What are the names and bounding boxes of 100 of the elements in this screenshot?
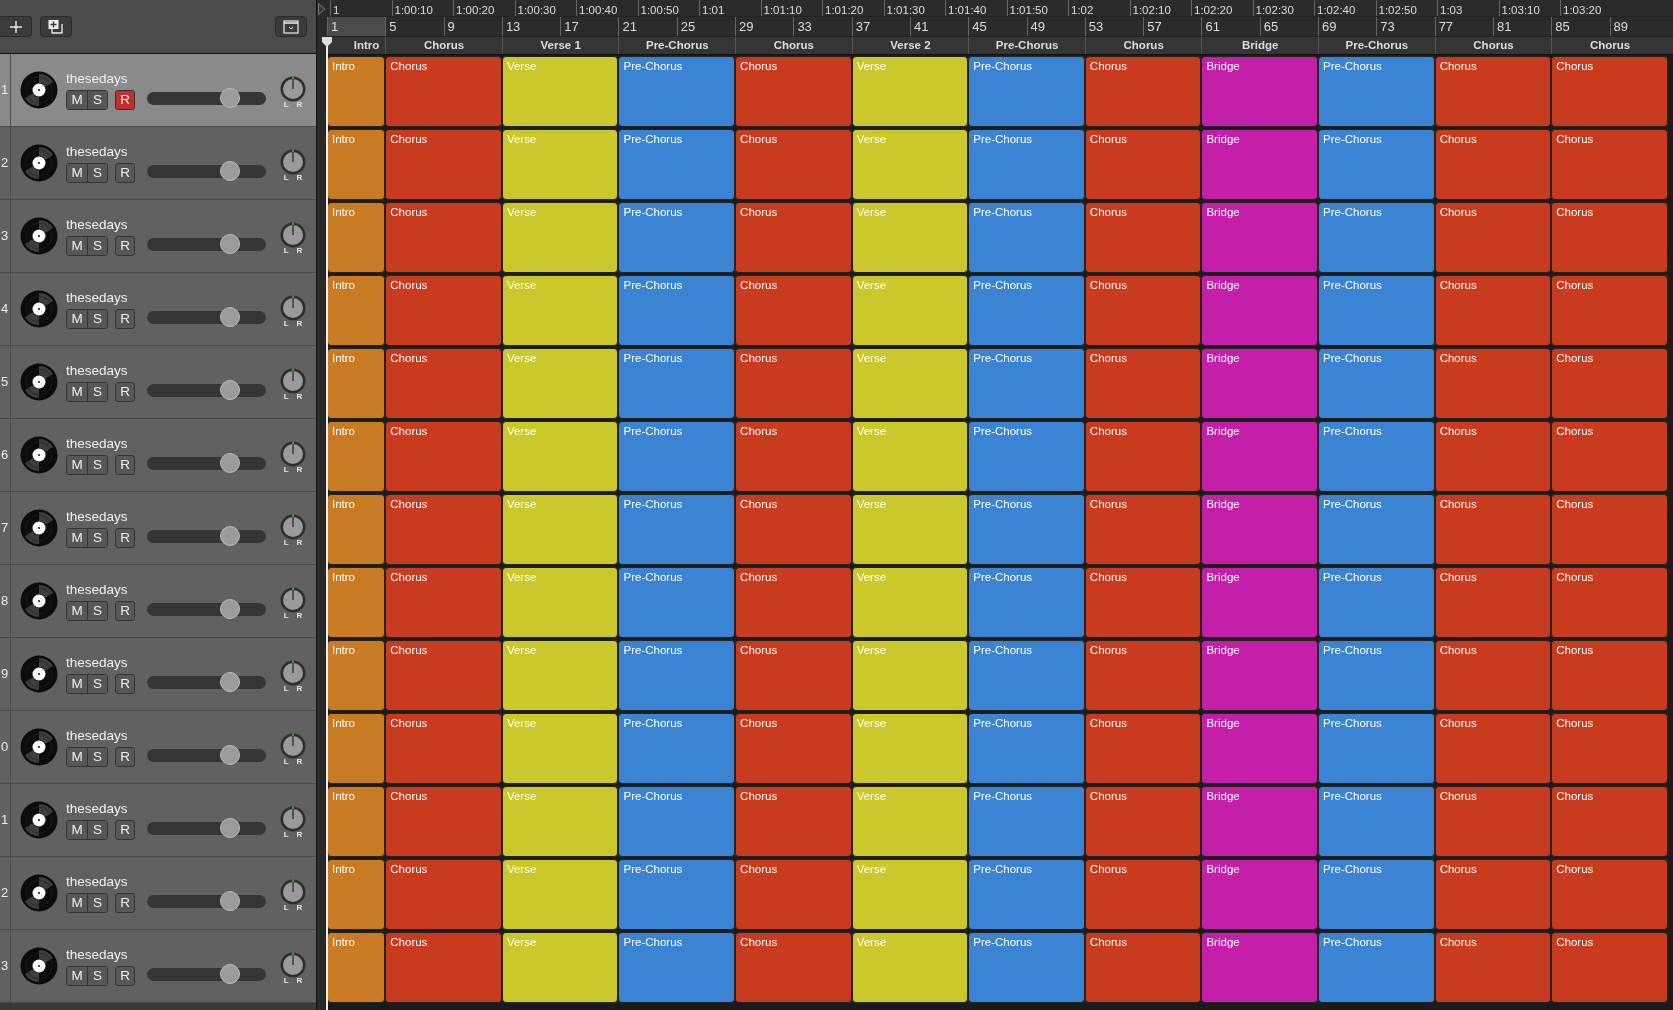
audio-region[interactable]: Chorus [1084,202,1202,273]
volume-slider[interactable] [147,237,266,251]
audio-region[interactable]: Chorus [735,129,852,200]
audio-region[interactable]: Pre-Chorus [1318,421,1435,492]
record-button[interactable]: R [115,819,135,840]
slider-thumb[interactable] [220,598,241,619]
record-button[interactable]: R [115,308,135,329]
record-button[interactable]: R [115,235,135,256]
solo-button[interactable]: S [87,163,107,182]
solo-button[interactable]: S [87,820,107,839]
audio-region[interactable]: Intro [327,567,386,638]
record-button[interactable]: R [115,162,135,183]
audio-region[interactable]: Pre-Chorus [618,421,736,492]
audio-region[interactable]: Chorus [1084,275,1202,346]
solo-button[interactable]: S [87,893,107,912]
track-header[interactable]: 2 thesedays M S R L R [0,127,316,200]
slider-thumb[interactable] [220,963,241,984]
audio-region[interactable]: Chorus [385,859,502,930]
track-header[interactable]: 1 thesedays M S R L R [0,784,316,857]
audio-region[interactable]: Chorus [1434,567,1552,638]
playhead-handle[interactable] [321,36,333,48]
volume-slider[interactable] [147,91,266,105]
solo-button[interactable]: S [87,90,107,109]
track-header[interactable]: 7 thesedays M S R L R [0,492,316,565]
audio-region[interactable]: Pre-Chorus [1318,932,1435,1003]
audio-region[interactable]: Chorus [1551,129,1668,200]
audio-region[interactable]: Chorus [385,129,502,200]
audio-region[interactable]: Chorus [1551,494,1668,565]
audio-region[interactable]: Chorus [1434,494,1552,565]
audio-region[interactable]: Intro [327,932,386,1003]
mute-button[interactable]: M [67,90,87,109]
volume-slider[interactable] [147,456,266,470]
mute-button[interactable]: M [67,966,87,985]
audio-region[interactable]: Pre-Chorus [968,129,1085,200]
audio-region[interactable]: Chorus [385,786,502,857]
audio-region[interactable]: Bridge [1201,56,1319,127]
audio-region[interactable]: Chorus [1434,202,1552,273]
audio-region[interactable]: Pre-Chorus [968,640,1085,711]
audio-region[interactable]: Chorus [1084,348,1202,419]
volume-slider[interactable] [147,602,266,616]
mute-button[interactable]: M [67,893,87,912]
volume-slider[interactable] [147,821,266,835]
audio-region[interactable]: Chorus [1551,567,1668,638]
audio-region[interactable]: Chorus [1434,859,1552,930]
audio-region[interactable]: Bridge [1201,713,1319,784]
audio-region[interactable]: Pre-Chorus [968,348,1085,419]
audio-region[interactable]: Pre-Chorus [1318,640,1435,711]
audio-region[interactable]: Chorus [1084,129,1202,200]
audio-region[interactable]: Chorus [1551,786,1668,857]
audio-region[interactable]: Pre-Chorus [618,275,736,346]
audio-region[interactable]: Chorus [385,567,502,638]
track-header[interactable]: 2 thesedays M S R L R [0,857,316,930]
add-track-button[interactable] [0,16,32,37]
audio-region[interactable]: Pre-Chorus [618,567,736,638]
slider-thumb[interactable] [220,744,241,765]
audio-region[interactable]: Chorus [385,640,502,711]
solo-button[interactable]: S [87,747,107,766]
solo-button[interactable]: S [87,455,107,474]
audio-region[interactable]: Pre-Chorus [968,56,1085,127]
slider-thumb[interactable] [220,233,241,254]
audio-region[interactable]: Chorus [735,348,852,419]
solo-button[interactable]: S [87,236,107,255]
solo-button[interactable]: S [87,528,107,547]
arrangement-marker[interactable]: Intro [335,37,386,54]
audio-region[interactable]: Pre-Chorus [618,348,736,419]
audio-region[interactable]: Chorus [1434,786,1552,857]
audio-region[interactable]: Pre-Chorus [968,859,1085,930]
audio-region[interactable]: Bridge [1201,275,1319,346]
audio-region[interactable]: Chorus [385,202,502,273]
audio-region[interactable]: Intro [327,275,386,346]
audio-region[interactable]: Chorus [1084,567,1202,638]
audio-region[interactable]: Pre-Chorus [968,786,1085,857]
audio-region[interactable]: Bridge [1201,348,1319,419]
audio-region[interactable]: Intro [327,859,386,930]
audio-region[interactable]: Chorus [1434,421,1552,492]
audio-region[interactable]: Chorus [1434,348,1552,419]
audio-region[interactable]: Pre-Chorus [1318,56,1435,127]
audio-region[interactable]: Pre-Chorus [968,713,1085,784]
track-header[interactable]: 6 thesedays M S R L R [0,419,316,492]
audio-region[interactable]: Chorus [385,421,502,492]
track-header[interactable]: 0 thesedays M S R L R [0,711,316,784]
record-button[interactable]: R [115,965,135,986]
audio-region[interactable]: Pre-Chorus [968,494,1085,565]
audio-region[interactable]: Pre-Chorus [618,713,736,784]
mute-button[interactable]: M [67,236,87,255]
audio-region[interactable]: Pre-Chorus [968,567,1085,638]
audio-region[interactable]: Chorus [735,56,852,127]
slider-thumb[interactable] [220,452,241,473]
audio-region[interactable]: Pre-Chorus [968,421,1085,492]
volume-slider[interactable] [147,310,266,324]
record-button[interactable]: R [115,746,135,767]
audio-region[interactable]: Chorus [1084,494,1202,565]
audio-region[interactable]: Chorus [385,494,502,565]
record-button[interactable]: R [115,381,135,402]
audio-region[interactable]: Bridge [1201,567,1319,638]
volume-slider[interactable] [147,967,266,981]
audio-region[interactable]: Pre-Chorus [618,129,736,200]
audio-region[interactable]: Intro [327,129,386,200]
audio-region[interactable]: Chorus [1551,275,1668,346]
audio-region[interactable]: Pre-Chorus [1318,713,1435,784]
